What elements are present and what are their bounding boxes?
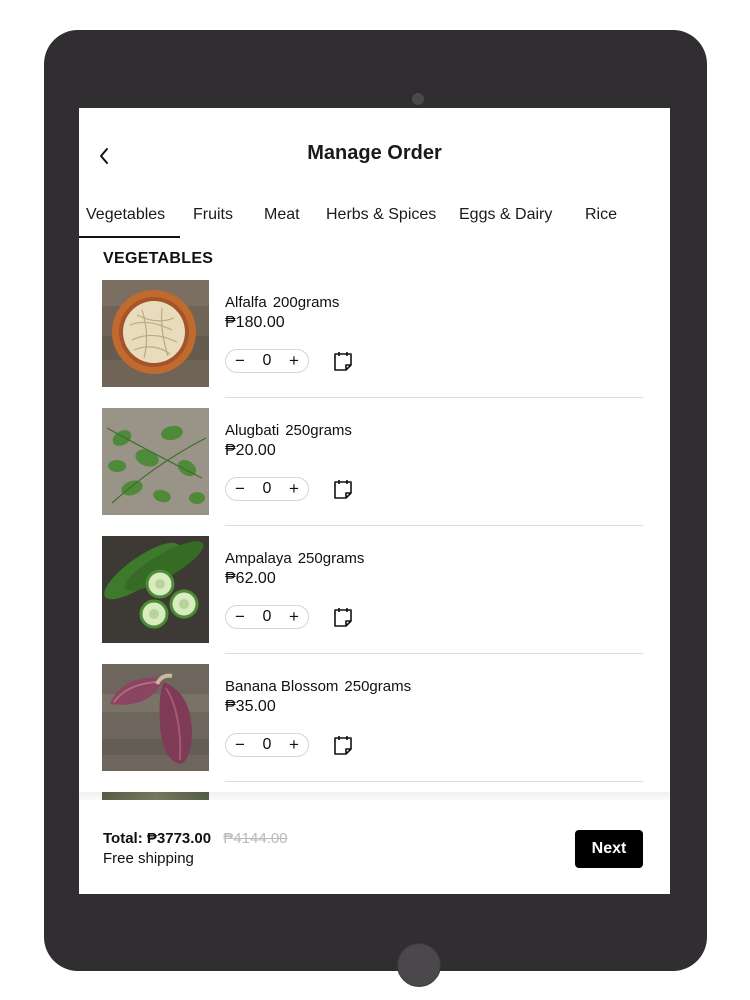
order-footer: Total: ₱3773.00 ₱4144.00 Free shipping N… [79, 800, 670, 894]
product-item-alugbati: Alugbati 250grams ₱20.00 − 0 + [102, 408, 643, 536]
next-button[interactable]: Next [575, 830, 643, 868]
quantity-stepper: − 0 + [225, 477, 309, 501]
note-icon[interactable] [331, 478, 355, 502]
product-item-ampalaya: Ampalaya 250grams ₱62.00 − 0 + [102, 536, 643, 664]
item-name: Ampalaya 250grams [225, 550, 365, 567]
quantity-value: 0 [262, 352, 272, 369]
tab-herbs-spices[interactable]: Herbs & Spices [326, 204, 436, 238]
total-label: Total: [103, 830, 143, 847]
camera-dot [412, 93, 424, 105]
product-item-banana-blossom: Banana Blossom 250grams ₱35.00 − 0 + [102, 664, 643, 792]
quantity-value: 0 [262, 736, 272, 753]
section-title: VEGETABLES [103, 250, 214, 267]
shipping-note: Free shipping [103, 850, 194, 867]
quantity-stepper: − 0 + [225, 605, 309, 629]
decrement-button[interactable]: − [232, 607, 248, 627]
decrement-button[interactable]: − [232, 479, 248, 499]
item-divider [225, 781, 643, 782]
alfalfa-sprouts-photo [102, 280, 209, 387]
note-icon[interactable] [331, 606, 355, 630]
increment-button[interactable]: + [286, 479, 302, 499]
quantity-value: 0 [262, 480, 272, 497]
note-icon[interactable] [331, 734, 355, 758]
item-name: Banana Blossom 250grams [225, 678, 412, 695]
note-icon[interactable] [331, 350, 355, 374]
quantity-stepper: − 0 + [225, 733, 309, 757]
tab-vegetables[interactable]: Vegetables [79, 204, 180, 238]
order-total: Total: ₱3773.00 ₱4144.00 [103, 830, 288, 847]
item-divider [225, 525, 643, 526]
app-screen: Manage Order Vegetables Fruits Meat Herb… [79, 108, 670, 894]
increment-button[interactable]: + [286, 351, 302, 371]
category-tabs: Vegetables Fruits Meat Herbs & Spices Eg… [79, 204, 670, 238]
tab-fruits[interactable]: Fruits [193, 204, 233, 238]
item-price: ₱62.00 [225, 570, 276, 587]
item-price: ₱35.00 [225, 698, 276, 715]
item-divider [225, 653, 643, 654]
total-value: ₱3773.00 [146, 830, 212, 847]
item-name: Alfalfa 200grams [225, 294, 340, 311]
alugbati-leaves-photo [102, 408, 209, 515]
product-item-alfalfa: Alfalfa 200grams ₱180.00 − 0 + [102, 280, 643, 408]
quantity-value: 0 [262, 608, 272, 625]
tab-eggs-dairy[interactable]: Eggs & Dairy [459, 204, 552, 238]
item-price: ₱20.00 [225, 442, 276, 459]
item-divider [225, 397, 643, 398]
ampalaya-bitter-gourd-photo [102, 536, 209, 643]
home-button[interactable] [397, 943, 441, 987]
original-total: ₱4144.00 [223, 830, 288, 847]
quantity-stepper: − 0 + [225, 349, 309, 373]
item-price: ₱180.00 [225, 314, 285, 331]
increment-button[interactable]: + [286, 607, 302, 627]
page-title: Manage Order [307, 142, 442, 164]
tab-rice[interactable]: Rice [585, 204, 617, 238]
decrement-button[interactable]: − [232, 735, 248, 755]
item-name: Alugbati 250grams [225, 422, 352, 439]
tab-meat[interactable]: Meat [264, 204, 300, 238]
decrement-button[interactable]: − [232, 351, 248, 371]
banana-blossom-photo [102, 664, 209, 771]
increment-button[interactable]: + [286, 735, 302, 755]
